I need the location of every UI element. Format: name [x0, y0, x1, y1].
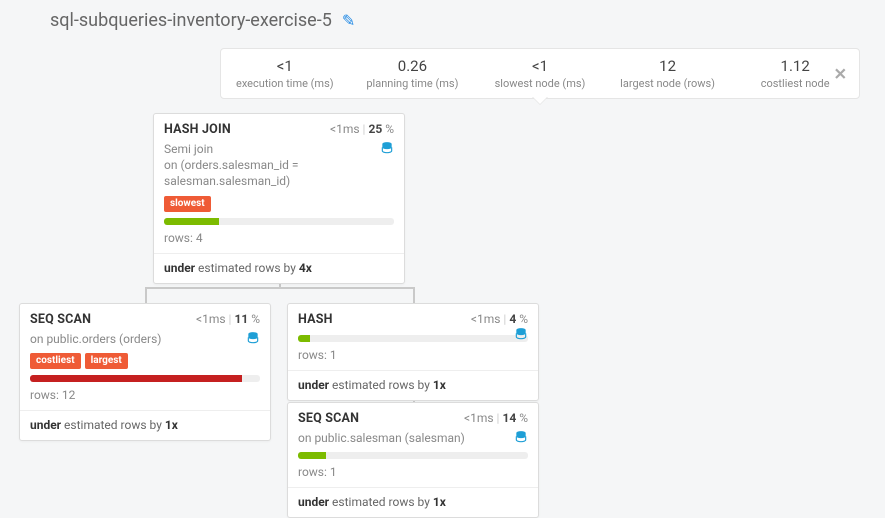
node-tags: costliest largest — [20, 353, 270, 375]
metric-label: slowest node (ms) — [476, 77, 604, 90]
tag-largest: largest — [85, 353, 128, 369]
node-name: HASH — [298, 312, 333, 327]
estimate-text: under estimated rows by 1x — [288, 371, 538, 400]
panel-pointer-icon — [532, 97, 548, 105]
rows-text: rows: 1 — [288, 348, 538, 370]
page-title-bar: sql-subqueries-inventory-exercise-5 ✎ — [50, 10, 355, 31]
metric-value: 0.26 — [349, 57, 477, 75]
row-bar — [288, 452, 538, 465]
node-subtext — [288, 331, 538, 345]
database-icon[interactable] — [514, 430, 528, 448]
node-header: SEQ SCAN <1ms | 11 % — [20, 304, 270, 331]
node-name: SEQ SCAN — [30, 312, 91, 327]
tag-slowest: slowest — [164, 196, 211, 212]
plan-node-hash-join[interactable]: HASH JOIN <1ms | 25 % Semi join on (orde… — [153, 113, 405, 284]
metric-value: <1 — [476, 57, 604, 75]
page-title: sql-subqueries-inventory-exercise-5 — [50, 10, 332, 31]
metric-value: <1 — [221, 57, 349, 75]
close-icon[interactable]: ✕ — [834, 64, 847, 83]
node-stats: <1ms | 11 % — [196, 312, 260, 326]
row-bar — [20, 375, 270, 388]
metric-value: 12 — [604, 57, 732, 75]
node-header: SEQ SCAN <1ms | 14 % — [288, 403, 538, 430]
node-subtext: on public.salesman (salesman) — [288, 430, 538, 452]
metrics-panel: <1 execution time (ms) 0.26 planning tim… — [220, 48, 860, 99]
node-stats: <1ms | 4 % — [471, 312, 528, 326]
node-name: SEQ SCAN — [298, 411, 359, 426]
plan-node-hash[interactable]: HASH <1ms | 4 % rows: 1 under estimated … — [287, 303, 539, 401]
node-subtext: on public.orders (orders) — [20, 331, 270, 353]
metric-largest-node: 12 largest node (rows) — [604, 57, 732, 90]
metric-label: execution time (ms) — [221, 77, 349, 90]
node-header: HASH <1ms | 4 % — [288, 304, 538, 331]
tag-costliest: costliest — [30, 353, 81, 369]
metric-label: largest node (rows) — [604, 77, 732, 90]
estimate-text: under estimated rows by 1x — [288, 488, 538, 517]
database-icon[interactable] — [380, 141, 394, 159]
estimate-text: under estimated rows by 4x — [154, 254, 404, 283]
rows-text: rows: 12 — [20, 388, 270, 410]
node-header: HASH JOIN <1ms | 25 % — [154, 114, 404, 141]
plan-node-seq-scan-orders[interactable]: SEQ SCAN <1ms | 11 % on public.orders (o… — [19, 303, 271, 441]
rows-text: rows: 4 — [154, 231, 404, 253]
metric-execution-time: <1 execution time (ms) — [221, 57, 349, 90]
node-name: HASH JOIN — [164, 122, 231, 137]
rows-text: rows: 1 — [288, 465, 538, 487]
connector — [145, 287, 415, 289]
node-stats: <1ms | 14 % — [464, 411, 528, 425]
metric-label: planning time (ms) — [349, 77, 477, 90]
database-icon[interactable] — [514, 327, 528, 345]
row-bar — [154, 218, 404, 231]
metric-planning-time: 0.26 planning time (ms) — [349, 57, 477, 90]
database-icon[interactable] — [246, 331, 260, 349]
estimate-text: under estimated rows by 1x — [20, 411, 270, 440]
plan-node-seq-scan-salesman[interactable]: SEQ SCAN <1ms | 14 % on public.salesman … — [287, 402, 539, 518]
node-subtext: Semi join on (orders.salesman_id = sales… — [154, 141, 404, 196]
node-stats: <1ms | 25 % — [330, 122, 394, 136]
metric-slowest-node: <1 slowest node (ms) — [476, 57, 604, 90]
edit-icon[interactable]: ✎ — [342, 11, 355, 30]
node-tags: slowest — [154, 196, 404, 218]
